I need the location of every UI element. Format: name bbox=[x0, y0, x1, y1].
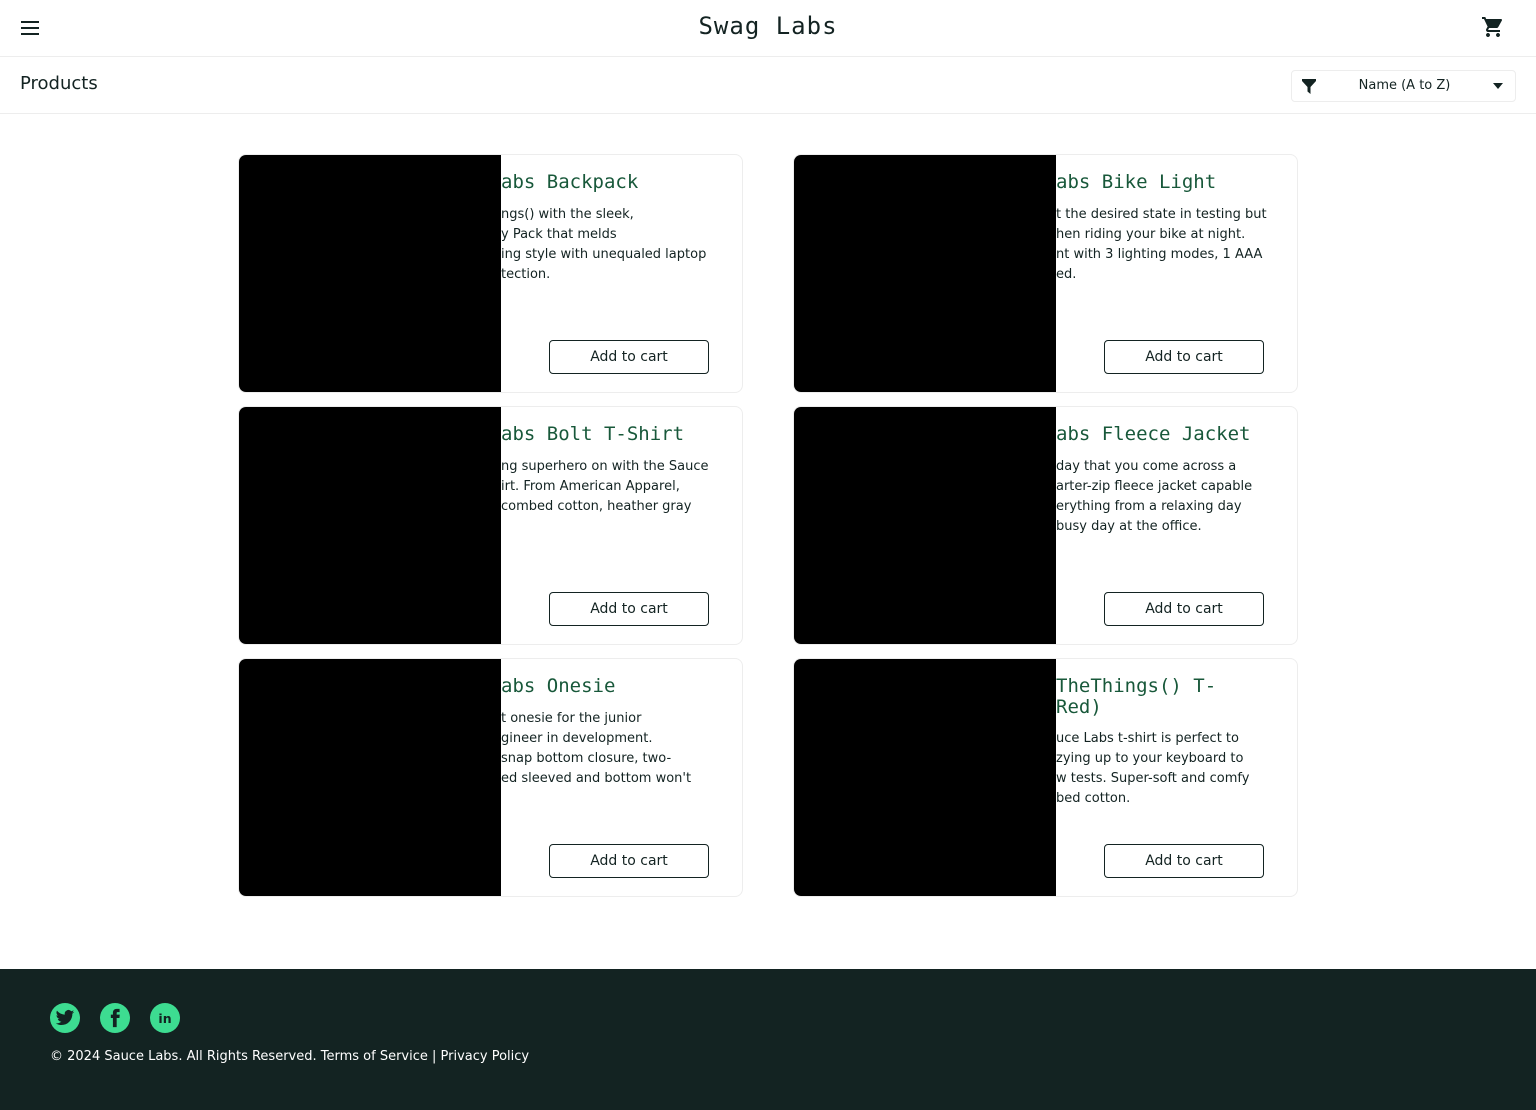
product-name[interactable]: abs Bike Light bbox=[1056, 172, 1286, 193]
add-to-cart-button[interactable]: Add to cart bbox=[549, 592, 709, 626]
product-description: day that you come across a arter-zip fle… bbox=[1056, 459, 1253, 534]
linkedin-icon: in bbox=[158, 1011, 171, 1026]
add-to-cart-button[interactable]: Add to cart bbox=[1104, 340, 1264, 374]
inventory-item: abs Onesie t onesie for the junior ginee… bbox=[238, 658, 743, 897]
facebook-link[interactable] bbox=[100, 1003, 130, 1033]
footer-copyright: © 2024 Sauce Labs. All Rights Reserved. … bbox=[50, 1049, 530, 1064]
product-description: ngs() with the sleek, y Pack that melds … bbox=[501, 207, 707, 282]
secondary-header: Products Name (A to Z) bbox=[0, 57, 1536, 114]
twitter-link[interactable] bbox=[50, 1003, 80, 1033]
inventory-item: abs Backpack ngs() with the sleek, y Pac… bbox=[238, 154, 743, 393]
add-to-cart-button[interactable]: Add to cart bbox=[1104, 844, 1264, 878]
product-image[interactable] bbox=[794, 659, 1056, 896]
add-to-cart-button[interactable]: Add to cart bbox=[549, 340, 709, 374]
shopping-cart-link[interactable] bbox=[1480, 15, 1506, 39]
app-title: Swag Labs bbox=[698, 12, 838, 40]
product-description: t onesie for the junior gineer in develo… bbox=[501, 711, 692, 786]
twitter-icon bbox=[55, 1010, 75, 1025]
product-name[interactable]: abs Backpack bbox=[501, 172, 731, 193]
inventory-item: abs Fleece Jacket day that you come acro… bbox=[793, 406, 1298, 645]
product-description: ng superhero on with the Sauce irt. From… bbox=[501, 459, 709, 514]
product-image[interactable] bbox=[794, 407, 1056, 644]
inventory-item: abs Bolt T-Shirt ng superhero on with th… bbox=[238, 406, 743, 645]
product-description: t the desired state in testing but hen r… bbox=[1056, 207, 1267, 282]
inventory-item: abs Bike Light t the desired state in te… bbox=[793, 154, 1298, 393]
linkedin-link[interactable]: in bbox=[150, 1003, 180, 1033]
product-name[interactable]: abs Onesie bbox=[501, 676, 731, 697]
product-description: uce Labs t-shirt is perfect to zying up … bbox=[1056, 731, 1250, 806]
shopping-cart-icon bbox=[1482, 17, 1503, 37]
product-image[interactable] bbox=[239, 155, 501, 392]
product-name[interactable]: abs Bolt T-Shirt bbox=[501, 424, 731, 445]
product-image[interactable] bbox=[794, 155, 1056, 392]
add-to-cart-button[interactable]: Add to cart bbox=[1104, 592, 1264, 626]
footer: in © 2024 Sauce Labs. All Rights Reserve… bbox=[0, 969, 1536, 1110]
product-image[interactable] bbox=[239, 407, 501, 644]
facebook-icon bbox=[110, 1008, 120, 1028]
product-image[interactable] bbox=[239, 659, 501, 896]
sort-selected-value: Name (A to Z) bbox=[1358, 78, 1451, 93]
page-title: Products bbox=[20, 73, 98, 94]
primary-header: Swag Labs bbox=[0, 0, 1536, 57]
add-to-cart-button[interactable]: Add to cart bbox=[549, 844, 709, 878]
product-name[interactable]: TheThings() T- Red) bbox=[1056, 676, 1286, 718]
product-name[interactable]: abs Fleece Jacket bbox=[1056, 424, 1286, 445]
inventory-item: TheThings() T- Red) uce Labs t-shirt is … bbox=[793, 658, 1298, 897]
sort-dropdown[interactable]: Name (A to Z) bbox=[1291, 70, 1516, 102]
svg-text:in: in bbox=[158, 1011, 171, 1026]
chevron-down-icon bbox=[1493, 83, 1503, 89]
